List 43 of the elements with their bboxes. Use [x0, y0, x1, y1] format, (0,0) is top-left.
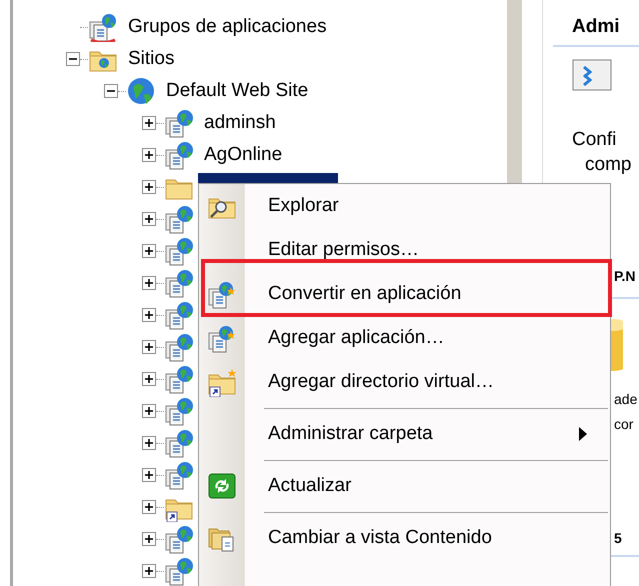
expand-icon[interactable] [142, 404, 156, 418]
globe-document-star-icon [207, 323, 237, 353]
configuration-icon [572, 59, 612, 91]
feature-label[interactable]: ade [614, 387, 639, 412]
expand-icon[interactable] [142, 308, 156, 322]
menu-item[interactable]: Explorar [199, 184, 612, 228]
refresh-icon [207, 471, 237, 501]
expand-icon[interactable] [142, 372, 156, 386]
expand-icon[interactable] [142, 468, 156, 482]
expand-icon[interactable] [142, 244, 156, 258]
panel-title: Admi [572, 14, 620, 39]
tree-item[interactable]: Default Web Site [164, 76, 310, 106]
expand-icon[interactable] [142, 500, 156, 514]
menu-item[interactable]: Administrar carpeta [199, 412, 612, 456]
folder-shortcut-star-icon [207, 367, 237, 397]
expand-icon[interactable] [142, 180, 156, 194]
menu-item[interactable]: Convertir en aplicación [199, 272, 612, 316]
globe-document-star-icon [207, 279, 237, 309]
expand-icon[interactable] [142, 276, 156, 290]
feature-label[interactable]: cor [614, 412, 639, 437]
menu-item[interactable]: Agregar directorio virtual… [199, 360, 612, 404]
tree-item[interactable]: adminsh [202, 108, 278, 138]
tree-item[interactable]: Sitios [126, 44, 176, 74]
expand-icon[interactable] [142, 564, 156, 578]
expand-icon[interactable] [142, 532, 156, 546]
section-title: P.N [614, 266, 636, 286]
tree-item[interactable]: Grupos de aplicaciones [126, 12, 329, 42]
feature-label[interactable]: comp [543, 152, 639, 177]
menu-item[interactable]: Editar permisos… [199, 228, 612, 272]
expand-icon[interactable] [142, 340, 156, 354]
collapse-icon[interactable] [66, 52, 80, 66]
globe-icon [126, 76, 156, 106]
menu-item[interactable]: Cambiar a vista Contenido [199, 516, 612, 560]
expand-icon[interactable] [142, 148, 156, 162]
collapse-icon[interactable] [104, 84, 118, 98]
feature-label[interactable]: Confi [543, 127, 639, 152]
menu-item[interactable]: Actualizar [199, 464, 612, 508]
expand-icon[interactable] [142, 116, 156, 130]
section-title: 5 [614, 528, 622, 548]
expand-icon[interactable] [142, 212, 156, 226]
expand-icon[interactable] [142, 436, 156, 450]
menu-item[interactable]: Agregar aplicación… [199, 316, 612, 360]
tree-item[interactable]: AgOnline [202, 140, 284, 170]
